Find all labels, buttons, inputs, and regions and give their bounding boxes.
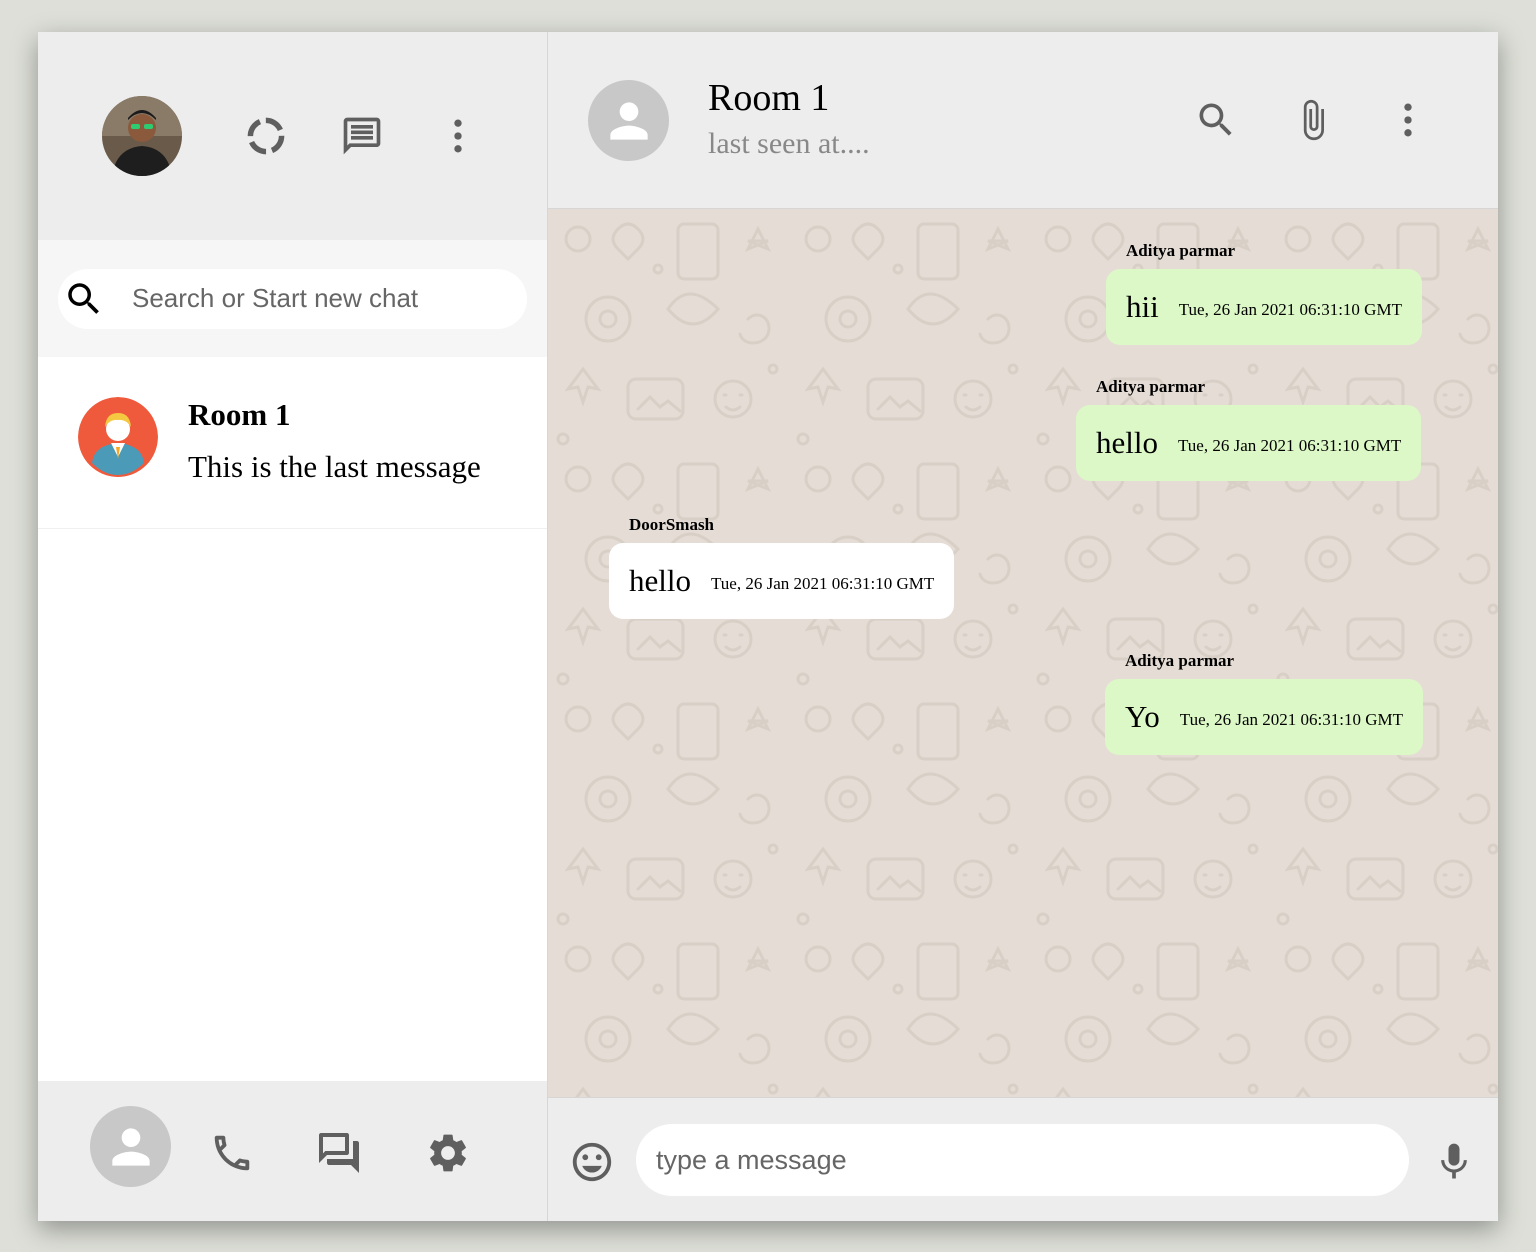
- user-avatar[interactable]: [102, 96, 182, 176]
- forum-icon[interactable]: [315, 1129, 363, 1177]
- chat-body[interactable]: Aditya parmar hii Tue, 26 Jan 2021 06:31…: [548, 209, 1498, 1097]
- chat-list-item[interactable]: Room 1 This is the last message: [38, 357, 547, 529]
- message-sender: Aditya parmar: [1126, 241, 1236, 260]
- message-input[interactable]: [636, 1124, 1409, 1196]
- message-text: hello: [1096, 425, 1158, 460]
- message-sent: Aditya parmar Yo Tue, 26 Jan 2021 06:31:…: [1105, 651, 1424, 755]
- search-input[interactable]: [130, 278, 510, 319]
- chat-header: Room 1 last seen at....: [548, 32, 1498, 209]
- message-text: hello: [629, 563, 691, 598]
- chat-list: Room 1 This is the last message: [38, 357, 547, 1081]
- sidebar-footer: [38, 1081, 547, 1221]
- search-bar: [58, 268, 527, 329]
- message-text: Yo: [1125, 699, 1160, 734]
- message-text: hii: [1126, 289, 1159, 324]
- message-time: Tue, 26 Jan 2021 06:31:10 GMT: [711, 574, 935, 593]
- message-time: Tue, 26 Jan 2021 06:31:10 GMT: [1178, 436, 1402, 455]
- account-icon[interactable]: [90, 1106, 171, 1187]
- chat-title: Room 1: [708, 77, 830, 119]
- more-vert-icon[interactable]: [436, 114, 480, 158]
- status-icon[interactable]: [244, 114, 288, 158]
- phone-icon[interactable]: [208, 1129, 256, 1177]
- room-avatar: [78, 397, 158, 477]
- new-chat-icon[interactable]: [340, 114, 384, 158]
- message-time: Tue, 26 Jan 2021 06:31:10 GMT: [1179, 710, 1404, 729]
- mic-icon[interactable]: [1430, 1138, 1478, 1186]
- message-bubble[interactable]: hii Tue, 26 Jan 2021 06:31:10 GMT: [1106, 269, 1422, 345]
- message-sender: DoorSmash: [629, 515, 715, 534]
- app-window: Room 1 This is the last message: [38, 32, 1498, 1221]
- message-bubble[interactable]: Yo Tue, 26 Jan 2021 06:31:10 GMT: [1105, 679, 1424, 755]
- chat-item-name: Room 1: [188, 397, 291, 432]
- search-icon[interactable]: [1194, 98, 1238, 142]
- chat-item-last-message: This is the last message: [188, 449, 481, 484]
- message-sender: Aditya parmar: [1125, 651, 1235, 670]
- chat-room-avatar[interactable]: [588, 80, 669, 161]
- message-bubble[interactable]: hello Tue, 26 Jan 2021 06:31:10 GMT: [609, 543, 955, 619]
- message-time: Tue, 26 Jan 2021 06:31:10 GMT: [1178, 300, 1402, 319]
- search-icon: [62, 277, 106, 321]
- sidebar: Room 1 This is the last message: [38, 32, 548, 1221]
- last-seen-text: last seen at....: [708, 127, 870, 160]
- message-bubble[interactable]: hello Tue, 26 Jan 2021 06:31:10 GMT: [1076, 405, 1422, 481]
- message-sender: Aditya parmar: [1096, 377, 1206, 396]
- chat-footer: [548, 1097, 1498, 1221]
- attach-icon[interactable]: [1291, 98, 1335, 142]
- sidebar-header: [38, 32, 547, 240]
- chat-pane: Room 1 last seen at.... Aditya parmar hi…: [548, 32, 1498, 1221]
- settings-icon[interactable]: [424, 1129, 472, 1177]
- search-container: [38, 240, 547, 357]
- message-received: DoorSmash hello Tue, 26 Jan 2021 06:31:1…: [609, 515, 955, 619]
- message-sent: Aditya parmar hello Tue, 26 Jan 2021 06:…: [1076, 377, 1422, 481]
- message-sent: Aditya parmar hii Tue, 26 Jan 2021 06:31…: [1106, 241, 1422, 345]
- more-vert-icon[interactable]: [1386, 98, 1430, 142]
- emoji-icon[interactable]: [568, 1138, 616, 1186]
